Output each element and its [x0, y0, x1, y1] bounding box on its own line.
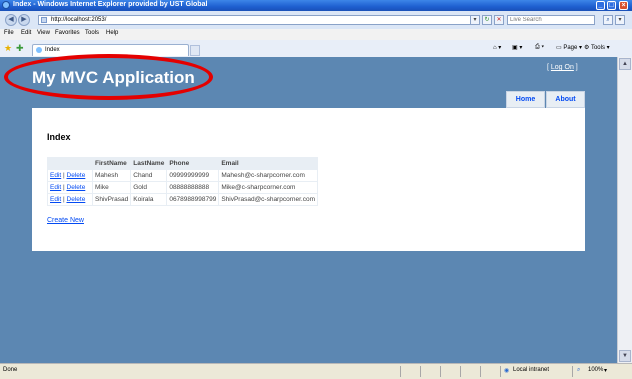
- window-title: Index - Windows Internet Explorer provid…: [13, 1, 208, 8]
- address-toolbar: ◀ ▶ http://localhost:2053/ ▾ ↻ ✕ ⌕ ▾: [0, 11, 632, 30]
- status-divider: [572, 366, 573, 377]
- back-icon[interactable]: ◀: [5, 14, 17, 26]
- highlight-ellipse: [4, 54, 213, 100]
- column-header-email: Email: [218, 157, 318, 170]
- column-header-actions: [47, 157, 93, 170]
- page-heading: Index: [47, 132, 71, 142]
- column-header-phone: Phone: [166, 157, 220, 170]
- status-bar: Done ◉ Local intranet ⌕ 100% ▾: [0, 363, 632, 379]
- status-divider: [400, 366, 401, 377]
- menu-favorites[interactable]: Favorites: [55, 30, 80, 36]
- print-icon[interactable]: ⎙ ▾: [535, 44, 544, 51]
- log-on-link[interactable]: Log On: [551, 64, 574, 71]
- cell-lastname: Chand: [130, 169, 168, 182]
- home-icon[interactable]: ⌂ ▾: [493, 44, 501, 51]
- page-menu-label: Page: [563, 45, 578, 51]
- row-actions: Edit | Delete: [47, 169, 93, 182]
- security-zone: Local intranet: [513, 367, 550, 373]
- forward-icon[interactable]: ▶: [18, 14, 30, 26]
- nav-home[interactable]: Home: [506, 91, 545, 108]
- cell-phone: 08888888888: [166, 181, 220, 194]
- edit-link[interactable]: Edit: [50, 172, 61, 179]
- table-row: Edit | Delete Mike Gold 08888888888 Mike…: [47, 181, 318, 194]
- minimize-icon[interactable]: _: [596, 1, 605, 10]
- row-actions: Edit | Delete: [47, 181, 93, 194]
- add-favorites-icon[interactable]: ✚: [16, 43, 24, 54]
- cell-firstname: Mahesh: [91, 169, 132, 182]
- feeds-icon[interactable]: ▣ ▾: [512, 44, 522, 51]
- tools-menu-label: Tools: [590, 45, 605, 51]
- new-tab-button[interactable]: [190, 45, 200, 56]
- zoom-level[interactable]: 100%: [588, 367, 603, 373]
- edit-link[interactable]: Edit: [50, 196, 61, 203]
- title-bar: Index - Windows Internet Explorer provid…: [0, 0, 632, 11]
- nav-about[interactable]: About: [546, 91, 585, 108]
- search-options-icon[interactable]: ▾: [615, 15, 625, 25]
- stop-icon[interactable]: ✕: [494, 15, 504, 25]
- delete-link[interactable]: Delete: [67, 196, 86, 203]
- table-row: Edit | Delete ShivPrasad Koirala 0678988…: [47, 193, 318, 206]
- status-divider: [500, 366, 501, 377]
- login-display: [ Log On ]: [547, 64, 578, 71]
- people-table: FirstName LastName Phone Email Edit | De…: [47, 157, 318, 206]
- cell-phone: 0678988998799: [166, 193, 220, 206]
- zoom-dropdown-icon[interactable]: ▾: [604, 367, 607, 374]
- cell-email: Mahesh@c-sharpcorner.com: [218, 169, 318, 182]
- close-icon[interactable]: ×: [619, 1, 628, 10]
- delete-link[interactable]: Delete: [67, 184, 86, 191]
- cell-lastname: Gold: [130, 181, 168, 194]
- row-actions: Edit | Delete: [47, 193, 93, 206]
- status-divider: [420, 366, 421, 377]
- menu-help[interactable]: Help: [106, 30, 118, 36]
- favorites-star-icon[interactable]: ★: [4, 43, 12, 54]
- menu-view[interactable]: View: [37, 30, 50, 36]
- login-bracket-close: ]: [573, 64, 578, 71]
- tab-title: Index: [45, 47, 60, 53]
- cell-firstname: ShivPrasad: [91, 193, 132, 206]
- cell-email: Mike@c-sharpcorner.com: [218, 181, 318, 194]
- create-new-link[interactable]: Create New: [47, 217, 84, 224]
- cell-email: ShivPrasad@c-sharpcorner.com: [218, 193, 318, 206]
- table-header-row: FirstName LastName Phone Email: [47, 157, 318, 170]
- cell-firstname: Mike: [91, 181, 132, 194]
- address-url: http://localhost:2053/: [51, 17, 107, 23]
- tab-page-icon: [36, 47, 42, 53]
- page-menu[interactable]: ▭ Page ▾: [556, 44, 582, 51]
- refresh-icon[interactable]: ↻: [482, 15, 492, 25]
- edit-link[interactable]: Edit: [50, 184, 61, 191]
- page-icon: [41, 17, 47, 23]
- column-header-lastname: LastName: [130, 157, 168, 170]
- vertical-scrollbar[interactable]: ▲ ▼: [617, 57, 632, 363]
- status-divider: [460, 366, 461, 377]
- delete-link[interactable]: Delete: [67, 172, 86, 179]
- column-header-firstname: FirstName: [91, 157, 132, 170]
- status-divider: [480, 366, 481, 377]
- zoom-icon[interactable]: ⌕: [577, 367, 580, 374]
- menu-file[interactable]: File: [4, 30, 14, 36]
- main-panel: Index FirstName LastName Phone Email Edi…: [32, 108, 585, 251]
- tools-menu[interactable]: ⚙ Tools ▾: [584, 44, 610, 51]
- address-dropdown-icon[interactable]: ▾: [470, 15, 480, 25]
- address-bar[interactable]: http://localhost:2053/: [38, 15, 478, 25]
- status-text: Done: [3, 367, 18, 373]
- menu-edit[interactable]: Edit: [21, 30, 31, 36]
- maximize-icon[interactable]: □: [607, 1, 616, 10]
- zone-icon: ◉: [504, 368, 510, 374]
- table-row: Edit | Delete Mahesh Chand 09999999999 M…: [47, 169, 318, 182]
- cell-lastname: Koirala: [130, 193, 168, 206]
- menu-tools[interactable]: Tools: [85, 30, 99, 36]
- search-icon[interactable]: ⌕: [603, 15, 613, 25]
- status-divider: [440, 366, 441, 377]
- cell-phone: 09999999999: [166, 169, 220, 182]
- scroll-down-icon[interactable]: ▼: [619, 350, 631, 362]
- scroll-up-icon[interactable]: ▲: [619, 58, 631, 70]
- search-box[interactable]: [507, 15, 595, 25]
- ie-icon: [2, 1, 10, 9]
- search-input[interactable]: [508, 16, 592, 24]
